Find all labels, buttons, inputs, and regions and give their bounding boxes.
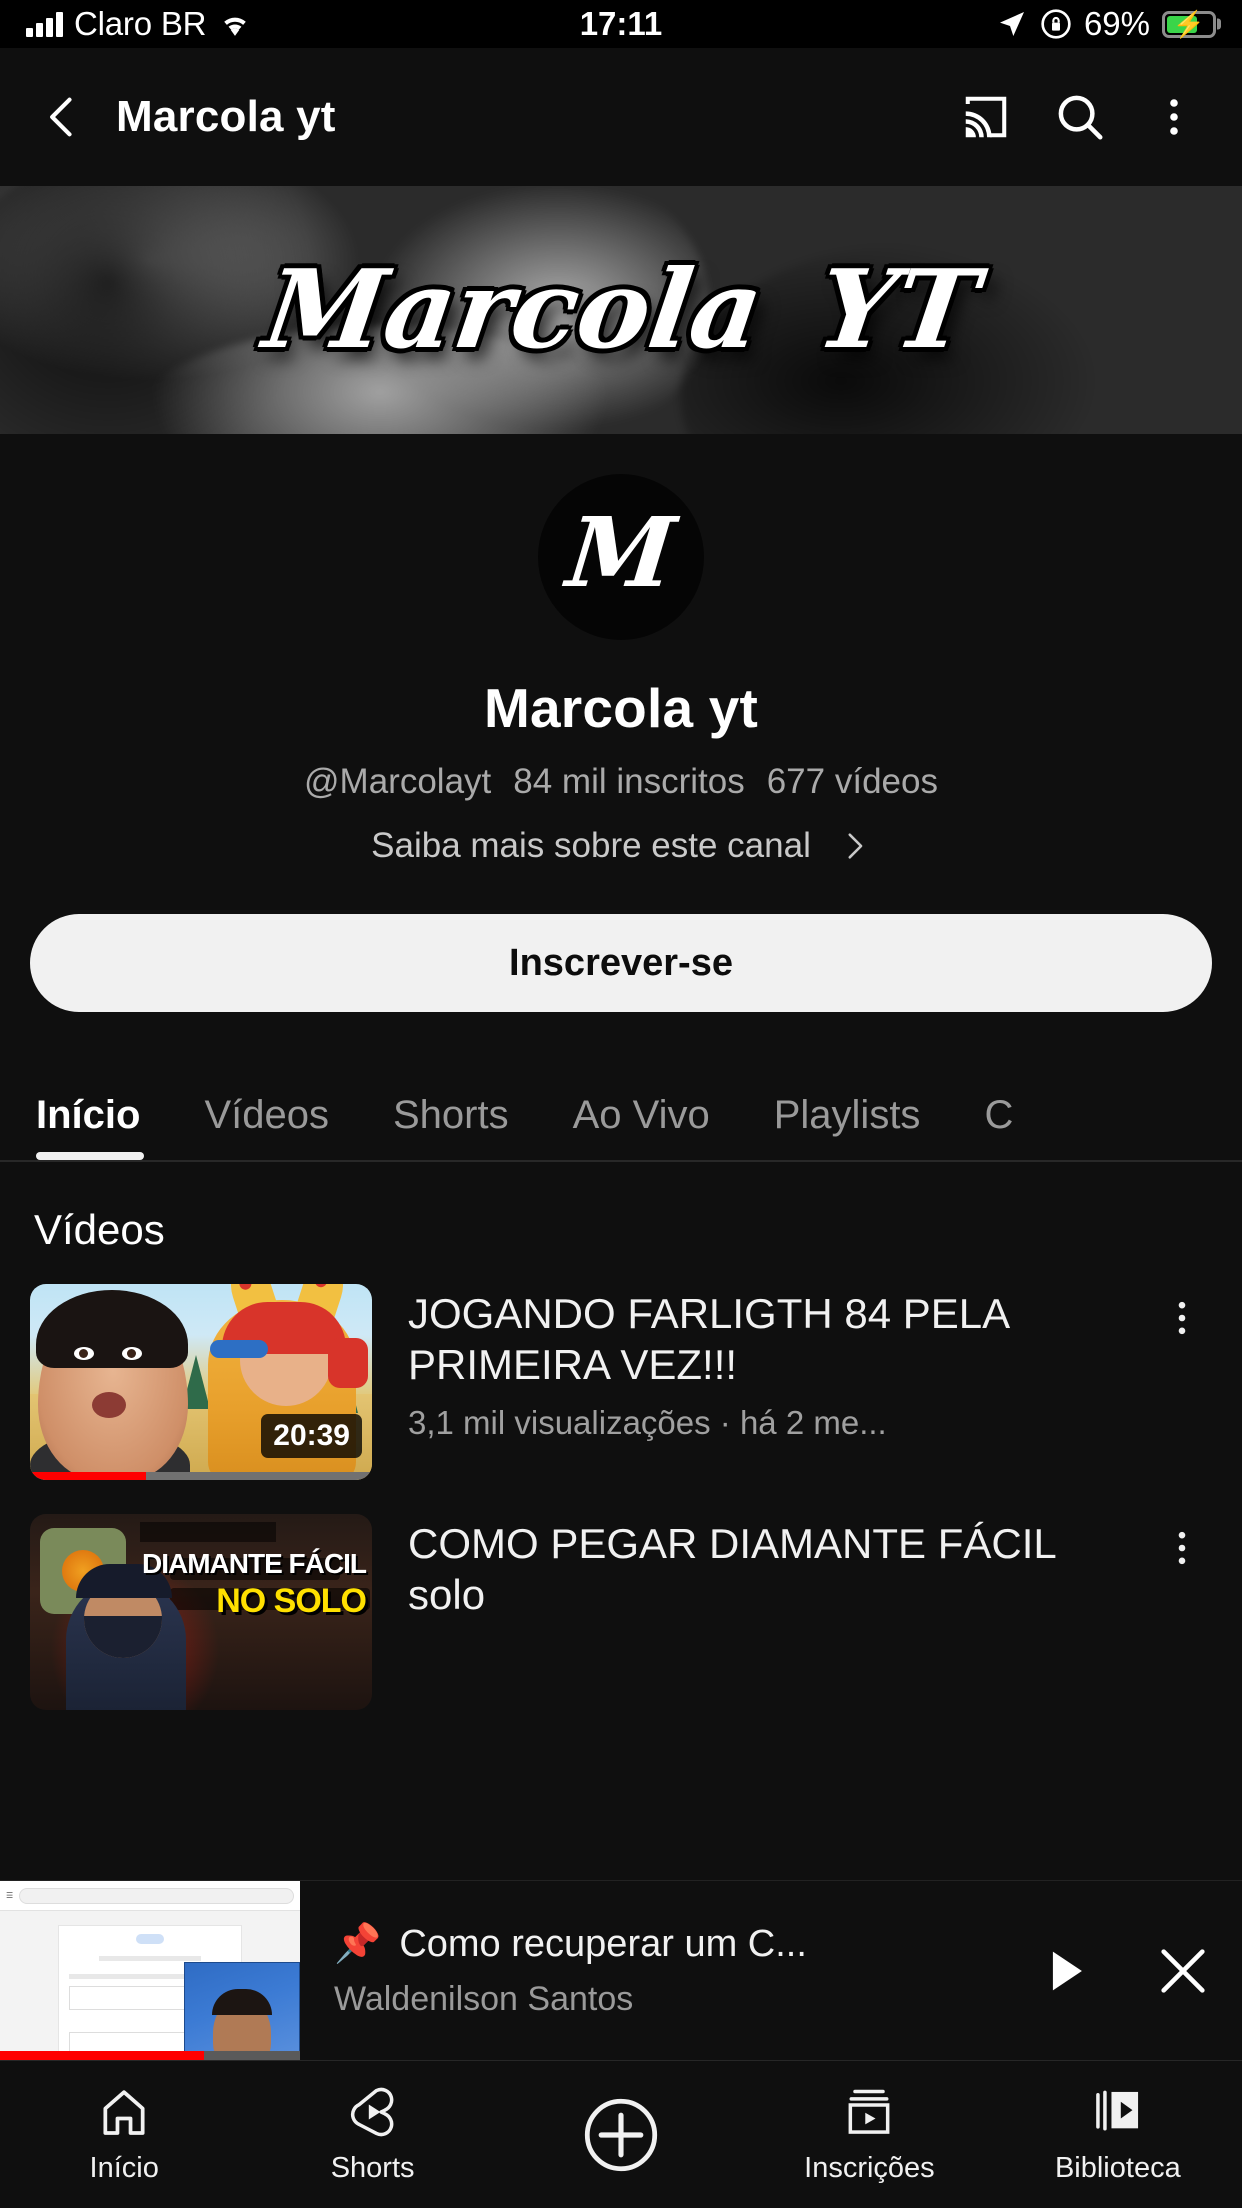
home-icon <box>96 2084 152 2140</box>
video-meta: 3,1 mil visualizações · há 2 me... <box>408 1404 887 1442</box>
nav-item-biblioteca[interactable]: Biblioteca <box>994 2084 1242 2185</box>
create-plus-icon <box>577 2091 665 2179</box>
avatar-letter: M <box>561 496 681 609</box>
miniplayer-title-row: 📌 Como recuperar um C... <box>334 1922 996 1966</box>
learn-more-link[interactable]: Saiba mais sobre este canal <box>0 826 1242 866</box>
channel-header: M Marcola yt @Marcolayt 84 mil inscritos… <box>0 434 1242 1012</box>
section-title: Vídeos <box>34 1206 165 1253</box>
nav-label: Biblioteca <box>1054 2152 1181 2184</box>
thumbnail-overlay-text: DIAMANTE FÁCIL <box>142 1548 367 1579</box>
nav-item-inicio[interactable]: Início <box>0 2084 248 2185</box>
library-icon <box>1090 2084 1146 2140</box>
status-left: Claro BR <box>26 5 253 43</box>
video-list-item[interactable]: 20:39 JOGANDO FARLIGTH 84 PELA PRIMEIRA … <box>0 1284 1242 1514</box>
watch-progress-bar <box>30 1472 372 1480</box>
video-info: JOGANDO FARLIGTH 84 PELA PRIMEIRA VEZ!!!… <box>408 1284 1116 1442</box>
rotation-lock-icon <box>1040 8 1072 40</box>
tab-inicio[interactable]: Início <box>30 1093 172 1160</box>
pin-icon: 📌 <box>334 1923 382 1965</box>
video-thumbnail[interactable]: DIAMANTE FÁCIL NO SOLO <box>30 1514 372 1710</box>
channel-handle: @Marcolayt <box>304 762 492 801</box>
nav-label: Início <box>89 2152 159 2184</box>
video-thumbnail[interactable]: 20:39 <box>30 1284 372 1480</box>
video-overflow-menu-icon[interactable] <box>1152 1284 1212 1340</box>
shorts-icon <box>345 2084 401 2140</box>
tab-playlists[interactable]: Playlists <box>742 1093 953 1160</box>
tab-shorts[interactable]: Shorts <box>361 1093 541 1160</box>
channel-stats: @Marcolayt 84 mil inscritos 677 vídeos <box>0 762 1242 802</box>
video-count: 677 vídeos <box>766 762 938 801</box>
banner-word-1: Marcola <box>256 247 770 373</box>
miniplayer-author: Waldenilson Santos <box>334 1980 634 2018</box>
clock: 17:11 <box>579 5 663 42</box>
subscriber-count: 84 mil inscritos <box>513 762 745 801</box>
video-title: JOGANDO FARLIGTH 84 PELA PRIMEIRA VEZ!!! <box>408 1290 1008 1389</box>
miniplayer[interactable]: ☰ 📌 Como recuperar um C... Waldenilson S… <box>0 1880 1242 2060</box>
nav-label: Inscrições <box>804 2152 935 2184</box>
search-icon[interactable] <box>1042 79 1118 155</box>
nav-item-shorts[interactable]: Shorts <box>248 2084 496 2185</box>
subscriptions-icon <box>841 2084 897 2140</box>
overflow-menu-icon[interactable] <box>1136 79 1212 155</box>
back-arrow-icon[interactable] <box>30 84 96 150</box>
video-overflow-menu-icon[interactable] <box>1152 1514 1212 1570</box>
miniplayer-play-button[interactable] <box>1006 1881 1124 2060</box>
tab-ao-vivo[interactable]: Ao Vivo <box>541 1093 742 1160</box>
miniplayer-close-button[interactable] <box>1124 1881 1242 2060</box>
subscribe-label: Inscrever-se <box>509 941 733 984</box>
signal-bars-icon <box>26 11 63 37</box>
tab-videos[interactable]: Vídeos <box>172 1093 361 1160</box>
carrier-label: Claro BR <box>74 5 207 42</box>
channel-name: Marcola yt <box>483 677 759 739</box>
miniplayer-title: Como recuperar um C... <box>399 1922 807 1965</box>
miniplayer-thumbnail[interactable]: ☰ <box>0 1881 300 2060</box>
status-bar: Claro BR 17:11 69% ⚡ <box>0 0 1242 48</box>
avatar[interactable]: M <box>538 474 704 640</box>
tab-comunidade[interactable]: C <box>952 1093 1045 1160</box>
channel-banner: Marcola YT <box>0 186 1242 434</box>
bottom-navigation[interactable]: Início Shorts Inscrições Biblioteca <box>0 2060 1242 2208</box>
battery-charging-icon: ⚡ <box>1162 10 1216 38</box>
app-bar: Marcola yt <box>0 48 1242 186</box>
chevron-right-icon <box>837 829 871 863</box>
miniplayer-info: 📌 Como recuperar um C... Waldenilson San… <box>300 1881 1006 2060</box>
battery-percent-label: 69% <box>1083 5 1150 42</box>
video-info: COMO PEGAR DIAMANTE FÁCIL solo <box>408 1514 1116 1620</box>
video-duration-badge: 20:39 <box>261 1414 362 1458</box>
video-title: COMO PEGAR DIAMANTE FÁCIL solo <box>408 1520 1056 1619</box>
status-right: 69% ⚡ <box>996 5 1216 43</box>
learn-more-label: Saiba mais sobre este canal <box>371 826 811 865</box>
location-arrow-icon <box>996 8 1028 40</box>
nav-item-inscricoes[interactable]: Inscrições <box>745 2084 993 2185</box>
nav-label: Shorts <box>330 2152 415 2184</box>
channel-tabs[interactable]: Início Vídeos Shorts Ao Vivo Playlists C <box>0 1066 1242 1162</box>
banner-word-2: YT <box>810 247 986 373</box>
subscribe-button[interactable]: Inscrever-se <box>30 914 1212 1012</box>
thumbnail-overlay-text: NO SOLO <box>216 1582 367 1620</box>
wifi-icon <box>217 10 253 38</box>
page-title: Marcola yt <box>116 92 336 141</box>
video-list-item[interactable]: DIAMANTE FÁCIL NO SOLO COMO PEGAR DIAMAN… <box>0 1514 1242 1710</box>
cast-icon[interactable] <box>948 79 1024 155</box>
nav-item-create[interactable] <box>497 2091 745 2179</box>
